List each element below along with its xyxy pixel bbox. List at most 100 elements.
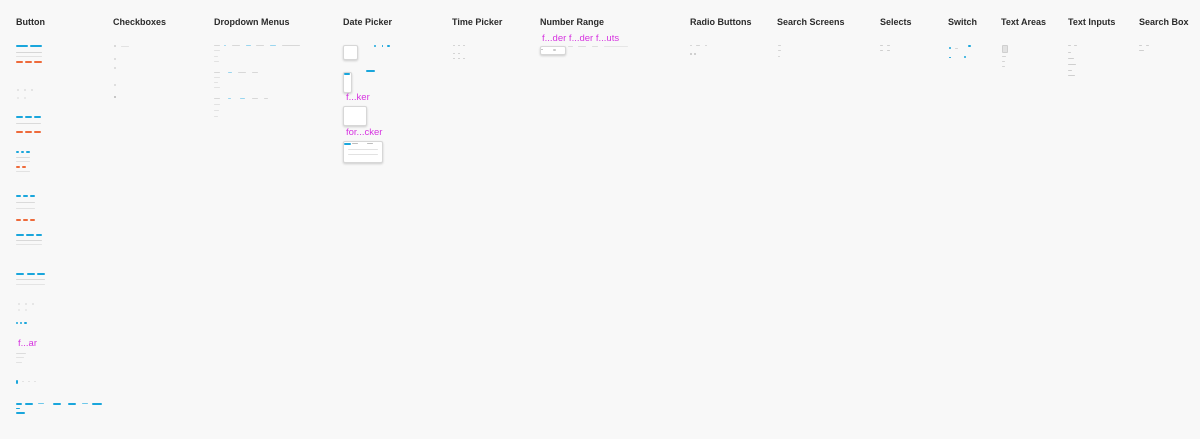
button-thumb[interactable] bbox=[25, 116, 32, 118]
search-box-thumb[interactable] bbox=[1139, 45, 1142, 46]
button-thumb[interactable] bbox=[38, 403, 44, 404]
date-picker-thumb[interactable] bbox=[343, 45, 358, 60]
dropdown-thumb[interactable] bbox=[256, 45, 264, 46]
button-thumb-danger[interactable] bbox=[34, 61, 42, 63]
radio-thumb[interactable] bbox=[690, 53, 692, 55]
search-screen-thumb[interactable] bbox=[778, 50, 781, 51]
button-thumb[interactable] bbox=[26, 151, 30, 153]
select-thumb[interactable] bbox=[880, 50, 883, 51]
text-input-thumb[interactable] bbox=[1068, 52, 1071, 53]
radio-thumb[interactable] bbox=[694, 53, 696, 55]
button-thumb-danger[interactable] bbox=[23, 219, 28, 221]
switch-thumb[interactable] bbox=[949, 57, 951, 58]
text-input-thumb[interactable] bbox=[1068, 58, 1074, 59]
button-thumb[interactable] bbox=[24, 322, 27, 324]
button-thumb-danger[interactable] bbox=[25, 61, 32, 63]
textarea-thumb[interactable] bbox=[1002, 45, 1008, 53]
time-picker-thumb[interactable] bbox=[458, 53, 460, 54]
dropdown-thumb[interactable] bbox=[214, 72, 220, 73]
radio-thumb[interactable] bbox=[705, 45, 707, 46]
checkbox-thumb[interactable] bbox=[114, 58, 116, 60]
date-picker-thumb[interactable] bbox=[343, 72, 352, 93]
text-input-thumb[interactable] bbox=[1068, 70, 1072, 71]
button-thumb-danger[interactable] bbox=[16, 219, 21, 221]
button-thumb[interactable] bbox=[82, 403, 88, 404]
text-input-thumb[interactable] bbox=[1068, 75, 1075, 76]
button-thumb-danger[interactable] bbox=[25, 131, 32, 133]
button-thumb-danger[interactable] bbox=[16, 166, 20, 168]
dropdown-thumb[interactable] bbox=[214, 45, 220, 46]
checkbox-thumb[interactable] bbox=[114, 96, 116, 98]
text-input-thumb[interactable] bbox=[1068, 45, 1071, 46]
time-picker-thumb[interactable] bbox=[453, 53, 455, 54]
button-thumb-danger[interactable] bbox=[22, 166, 26, 168]
dropdown-thumb[interactable] bbox=[252, 98, 258, 99]
dropdown-thumb[interactable] bbox=[252, 72, 258, 73]
select-thumb[interactable] bbox=[887, 45, 890, 46]
dropdown-thumb[interactable] bbox=[270, 45, 276, 46]
button-thumb[interactable] bbox=[25, 403, 33, 405]
button-thumb[interactable] bbox=[53, 403, 61, 405]
button-thumb[interactable] bbox=[21, 151, 24, 153]
select-thumb[interactable] bbox=[887, 50, 890, 51]
dropdown-thumb[interactable] bbox=[282, 45, 300, 46]
button-thumb-danger[interactable] bbox=[34, 131, 41, 133]
search-box-thumb[interactable] bbox=[1139, 50, 1144, 51]
dropdown-thumb[interactable] bbox=[232, 45, 240, 46]
button-thumb-danger[interactable] bbox=[16, 61, 23, 63]
button-thumb[interactable] bbox=[30, 195, 35, 197]
time-picker-thumb[interactable] bbox=[453, 58, 455, 59]
dropdown-thumb[interactable] bbox=[264, 98, 268, 99]
date-picker-thumb-bar[interactable] bbox=[366, 70, 375, 72]
button-thumb[interactable] bbox=[30, 45, 42, 47]
dropdown-thumb[interactable] bbox=[214, 98, 220, 99]
time-picker-thumb[interactable] bbox=[463, 45, 465, 46]
dropdown-thumb[interactable] bbox=[246, 45, 251, 46]
search-screen-thumb[interactable] bbox=[778, 45, 781, 46]
button-thumb[interactable] bbox=[16, 195, 21, 197]
text-input-thumb[interactable] bbox=[1068, 64, 1076, 65]
time-picker-thumb[interactable] bbox=[463, 58, 465, 59]
time-picker-thumb[interactable] bbox=[458, 45, 460, 46]
button-thumb[interactable] bbox=[92, 403, 102, 405]
dropdown-thumb[interactable] bbox=[228, 98, 231, 99]
radio-thumb[interactable] bbox=[690, 45, 692, 46]
button-thumb-danger[interactable] bbox=[16, 131, 23, 133]
button-thumb-danger[interactable] bbox=[30, 219, 35, 221]
search-screen-thumb[interactable] bbox=[778, 56, 780, 57]
button-thumb[interactable] bbox=[16, 403, 22, 405]
button-thumb[interactable] bbox=[34, 116, 41, 118]
time-picker-thumb[interactable] bbox=[458, 58, 460, 59]
button-thumb[interactable] bbox=[23, 195, 28, 197]
button-thumb[interactable] bbox=[16, 273, 24, 275]
button-thumb[interactable] bbox=[16, 116, 23, 118]
dropdown-thumb[interactable] bbox=[224, 45, 226, 46]
button-thumb[interactable] bbox=[16, 412, 25, 414]
dropdown-thumb[interactable] bbox=[228, 72, 232, 73]
button-thumb[interactable] bbox=[16, 322, 18, 324]
checkbox-thumb[interactable] bbox=[114, 84, 116, 86]
select-thumb[interactable] bbox=[880, 45, 883, 46]
dropdown-thumb[interactable] bbox=[240, 98, 245, 99]
button-thumb[interactable] bbox=[68, 403, 76, 405]
switch-thumb[interactable] bbox=[949, 47, 951, 49]
checkbox-thumb[interactable] bbox=[114, 67, 116, 69]
switch-thumb[interactable] bbox=[964, 56, 966, 58]
button-thumb[interactable] bbox=[16, 151, 19, 153]
button-thumb[interactable] bbox=[27, 273, 35, 275]
search-box-thumb[interactable] bbox=[1146, 45, 1149, 46]
button-thumb[interactable] bbox=[16, 408, 20, 409]
button-thumb[interactable] bbox=[16, 45, 28, 47]
button-thumb[interactable] bbox=[36, 234, 42, 236]
dropdown-thumb[interactable] bbox=[238, 72, 246, 73]
button-thumb[interactable] bbox=[20, 322, 22, 324]
button-thumb[interactable] bbox=[16, 234, 24, 236]
button-thumb[interactable] bbox=[16, 380, 18, 384]
switch-thumb[interactable] bbox=[968, 45, 971, 47]
date-picker-thumb[interactable] bbox=[343, 106, 367, 126]
button-thumb[interactable] bbox=[26, 234, 34, 236]
button-thumb[interactable] bbox=[37, 273, 45, 275]
time-picker-thumb[interactable] bbox=[453, 45, 455, 46]
text-input-thumb[interactable] bbox=[1074, 45, 1077, 46]
checkbox-thumb[interactable] bbox=[114, 45, 116, 47]
